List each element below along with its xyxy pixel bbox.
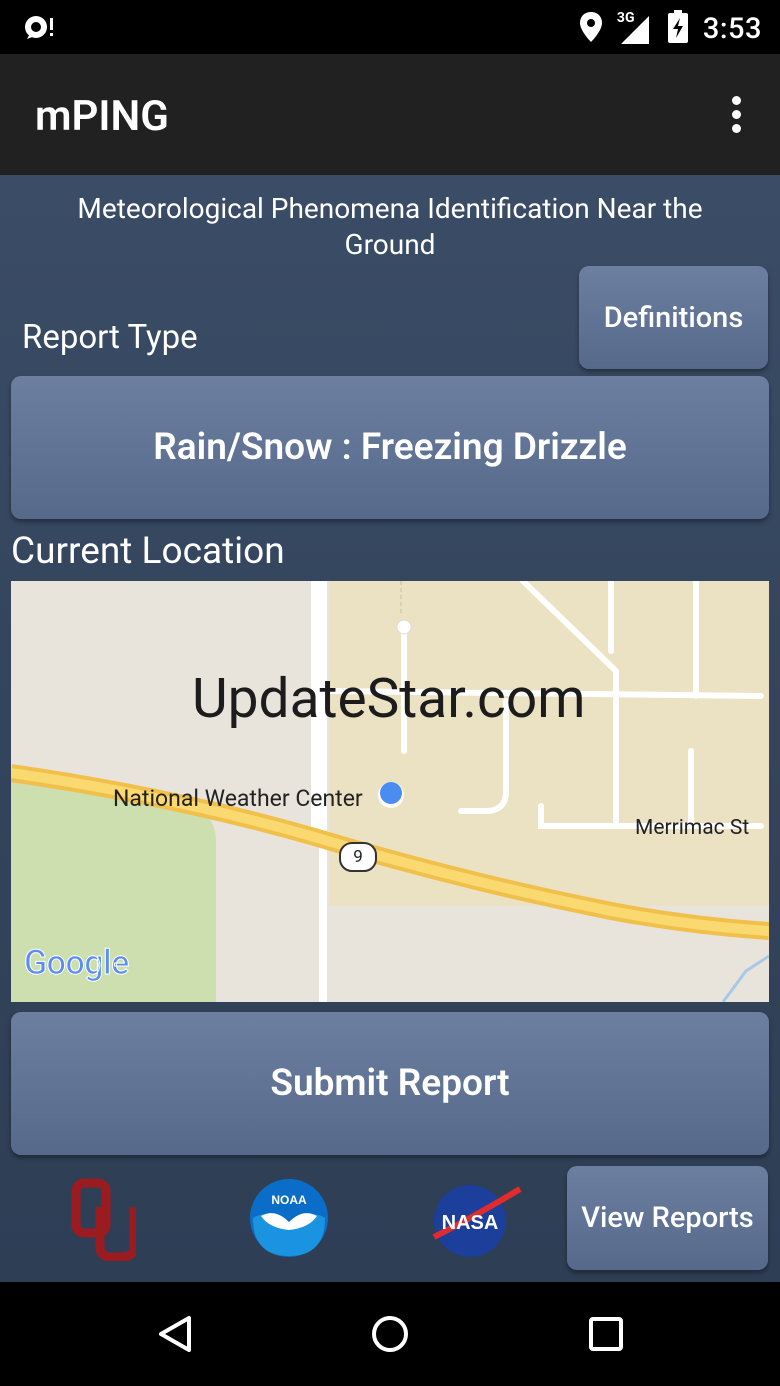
app-subtitle: Meteorological Phenomena Identification … <box>77 192 703 261</box>
report-type-label: Report Type <box>22 318 198 357</box>
view-reports-label: View Reports <box>581 1201 754 1235</box>
current-location-label: Current Location <box>11 530 285 573</box>
ou-logo <box>70 1177 139 1265</box>
app-bar: mPING <box>0 54 780 175</box>
home-icon[interactable] <box>370 1314 410 1358</box>
definitions-button-label: Definitions <box>603 300 744 335</box>
main-content: Meteorological Phenomena Identification … <box>0 175 780 1282</box>
status-bar: 3G 3:53 <box>0 0 780 54</box>
route-number: 9 <box>353 847 363 867</box>
route-shield: 9 <box>339 842 377 872</box>
nasa-logo: NASA <box>430 1179 522 1263</box>
overflow-menu-icon[interactable] <box>730 96 742 138</box>
submit-report-button[interactable]: Submit Report <box>11 1012 769 1155</box>
submit-report-label: Submit Report <box>270 1062 510 1105</box>
view-reports-button[interactable]: View Reports <box>567 1166 768 1270</box>
back-icon[interactable] <box>155 1314 195 1358</box>
location-icon <box>579 11 603 47</box>
clock: 3:53 <box>702 12 762 46</box>
noaa-logo: NOAA <box>249 1178 329 1262</box>
map-street-label: Merrimac St <box>635 816 750 840</box>
svg-text:NASA: NASA <box>442 1212 499 1234</box>
app-title: mPING <box>35 92 169 141</box>
battery-icon <box>667 10 689 48</box>
notification-icon <box>22 12 58 46</box>
map-watermark: UpdateStar.com <box>192 667 586 731</box>
google-attribution: Google <box>24 943 130 984</box>
recents-icon[interactable] <box>588 1316 624 1356</box>
report-type-value: Rain/Snow : Freezing Drizzle <box>153 426 627 469</box>
svg-text:NOAA: NOAA <box>271 1193 307 1207</box>
location-map[interactable]: UpdateStar.com National Weather Center M… <box>11 581 769 1002</box>
report-type-selector[interactable]: Rain/Snow : Freezing Drizzle <box>11 376 769 519</box>
signal-icon: 3G <box>617 10 653 46</box>
navigation-bar <box>0 1282 780 1386</box>
definitions-button[interactable]: Definitions <box>579 266 768 369</box>
map-place-label: National Weather Center <box>113 785 363 812</box>
